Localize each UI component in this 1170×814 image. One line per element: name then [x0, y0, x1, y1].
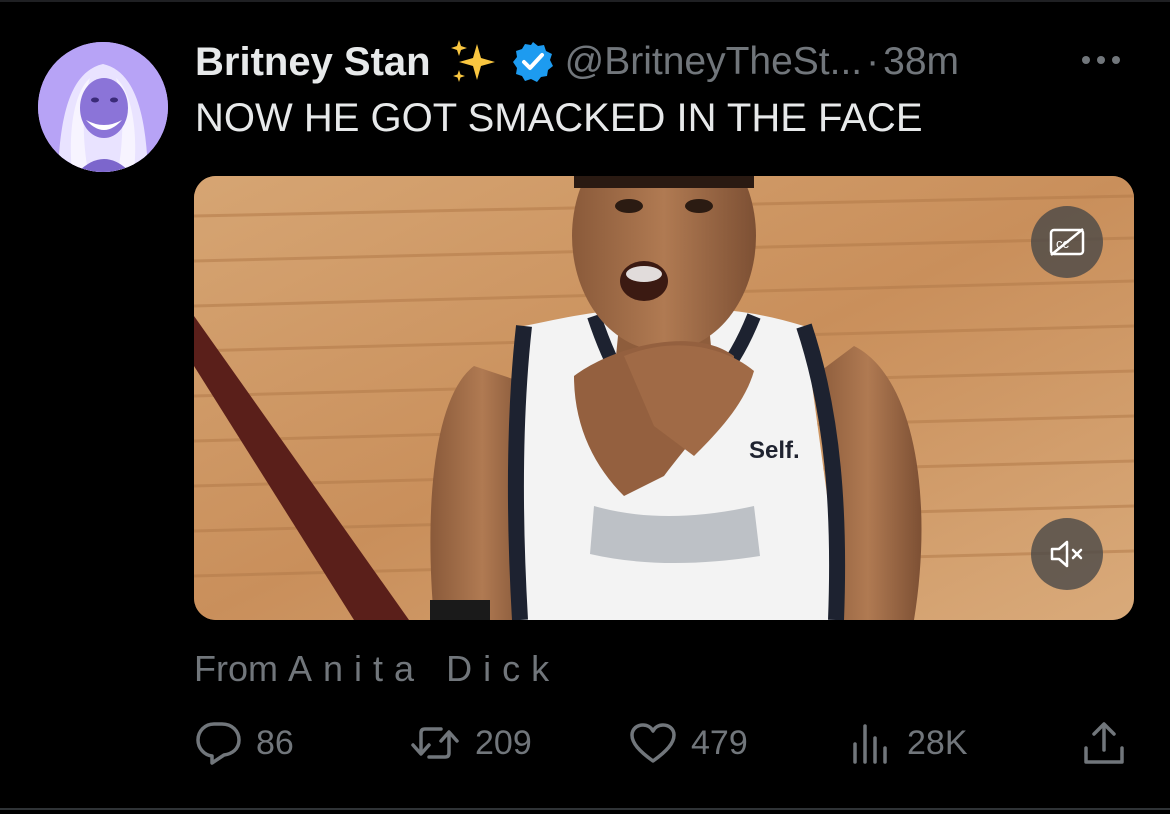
bottom-divider [0, 808, 1170, 810]
avatar[interactable] [38, 42, 168, 172]
repost-icon [409, 723, 461, 763]
tweet-text: NOW HE GOT SMACKED IN THE FACE [195, 96, 923, 140]
avatar-image [38, 42, 168, 172]
separator-dot: · [866, 40, 880, 83]
share-button[interactable] [1082, 718, 1126, 768]
top-divider [0, 0, 1170, 2]
more-options-icon[interactable] [1082, 50, 1132, 70]
tweet-actions: 86 209 479 28K [194, 718, 1134, 768]
repost-count: 209 [475, 723, 532, 762]
video-frame: Self. [194, 176, 1134, 620]
sparkles-icon [447, 36, 499, 88]
heart-icon [629, 722, 677, 764]
verified-badge-icon[interactable] [511, 40, 555, 84]
media-source[interactable]: From Anita Dick [194, 648, 560, 690]
author-handle[interactable]: @BritneyTheSt... [565, 40, 863, 84]
closed-captions-off-icon[interactable]: cc [1031, 206, 1103, 278]
views-button[interactable]: 28K [849, 718, 968, 768]
reply-icon [194, 720, 242, 766]
speaker-muted-icon[interactable] [1031, 518, 1103, 590]
timestamp[interactable]: 38m [883, 40, 959, 84]
reply-count: 86 [256, 723, 294, 762]
repost-button[interactable]: 209 [409, 718, 532, 768]
share-icon [1082, 720, 1126, 766]
media-source-prefix: From [194, 648, 278, 689]
like-button[interactable]: 479 [629, 718, 748, 768]
reply-button[interactable]: 86 [194, 718, 294, 768]
author-name[interactable]: Britney Stan [195, 40, 431, 85]
jersey-sponsor-text: Self. [749, 437, 800, 464]
bar-chart-icon [849, 722, 893, 764]
view-count: 28K [907, 723, 968, 762]
tweet-header: Britney Stan @BritneyTheSt... · 38m [195, 36, 959, 88]
video-player[interactable]: Self. cc [194, 176, 1134, 620]
media-source-name[interactable]: Anita Dick [288, 648, 560, 689]
like-count: 479 [691, 723, 748, 762]
